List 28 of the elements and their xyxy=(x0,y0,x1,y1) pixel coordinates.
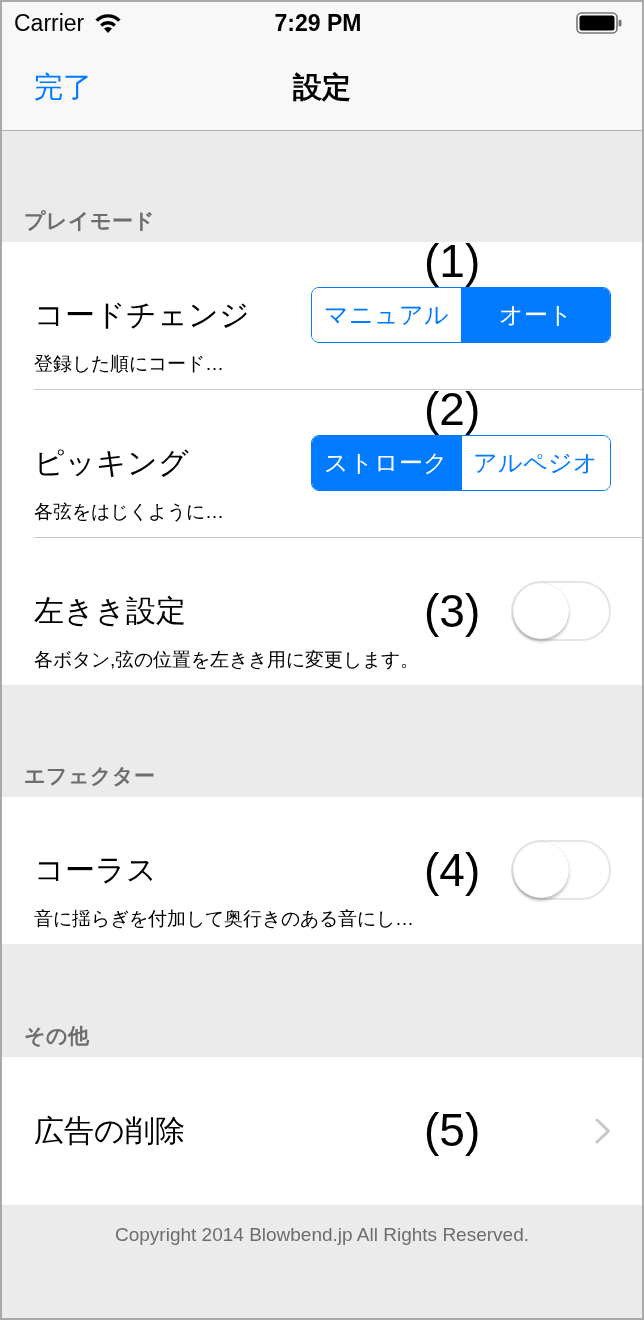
segment-option[interactable]: アルペジオ xyxy=(460,436,610,490)
row-title: コーラス xyxy=(34,852,157,888)
wifi-icon xyxy=(94,12,123,34)
chevron-icon xyxy=(595,1118,611,1144)
done-button[interactable]: 完了 xyxy=(34,69,92,105)
segment-option[interactable]: オート xyxy=(460,288,610,342)
annotation-label: (4) xyxy=(424,843,481,898)
toggle-switch[interactable] xyxy=(511,840,611,900)
segment-option[interactable]: ストローク xyxy=(312,436,461,490)
nav-title: 設定 xyxy=(293,69,351,105)
row-title: 広告の削除 xyxy=(34,1113,185,1149)
row-subtitle: 各ボタン,弦の位置を左きき用に変更します。 xyxy=(34,648,421,672)
row-title: 左きき設定 xyxy=(34,593,186,629)
section-header: その他 xyxy=(24,1023,89,1049)
clock-time: 7:29 PM xyxy=(274,11,362,35)
row-subtitle: 登録した順にコード… xyxy=(34,352,225,376)
row-subtitle: 各弦をはじくように… xyxy=(34,500,225,524)
section-header: プレイモード xyxy=(24,208,155,234)
battery-icon xyxy=(576,12,622,34)
copyright-text: Copyright 2014 Blowbend.jp All Rights Reserved. xyxy=(115,1224,529,1245)
section-header: エフェクター xyxy=(24,763,155,789)
row-title: ピッキング xyxy=(34,445,189,481)
annotation-label: (5) xyxy=(424,1103,481,1158)
row-subtitle: 音に揺らぎを付加して奥行きのある音にし… xyxy=(34,907,415,931)
carrier-label: Carrier xyxy=(14,11,85,35)
toggle-switch[interactable] xyxy=(511,581,611,641)
annotation-label: (3) xyxy=(424,584,481,639)
row-title: コードチェンジ xyxy=(34,297,250,333)
